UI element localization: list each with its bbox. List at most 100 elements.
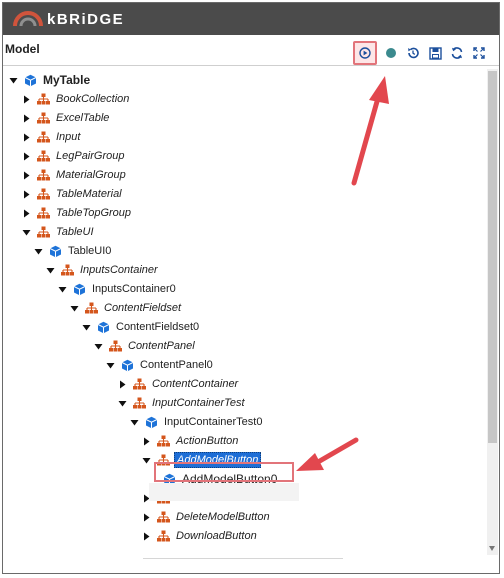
caret-collapsed-icon[interactable] [21, 132, 31, 142]
caret-collapsed-icon[interactable] [117, 379, 127, 389]
caret-expanded-icon[interactable] [141, 455, 151, 465]
hierarchy-icon [37, 131, 50, 144]
tree-node-actionbutton[interactable]: ActionButton [141, 432, 240, 450]
tree-node-exceltable[interactable]: ExcelTable [21, 109, 111, 127]
tree-node-label: ContentFieldset [104, 302, 182, 314]
tree-node-label: Input [56, 131, 81, 143]
caret-expanded-icon[interactable] [45, 265, 55, 275]
tree-node-tabletopgroup[interactable]: TableTopGroup [21, 204, 133, 222]
tree-node-mytable[interactable]: MyTable [8, 71, 92, 89]
tree-node-contentfieldset[interactable]: ContentFieldset [69, 299, 183, 317]
expand-button[interactable] [471, 45, 487, 61]
tree-node-label: ContentFieldset0 [116, 321, 200, 333]
caret-collapsed-icon[interactable] [21, 151, 31, 161]
tree-node-contentfieldset0[interactable]: ContentFieldset0 [81, 318, 201, 336]
tree-node-downloadbutton[interactable]: DownloadButton [141, 527, 259, 545]
tree-node-inputcontainertest[interactable]: InputContainerTest [117, 394, 247, 412]
caret-expanded-icon[interactable] [57, 284, 67, 294]
scrollbar-thumb[interactable] [488, 71, 497, 443]
app-logo: kBRiDGE [13, 10, 124, 28]
save-button[interactable] [427, 45, 443, 61]
refresh-icon [451, 47, 463, 59]
tree-node-label: TableUI0 [68, 245, 112, 257]
tree-node-label: MaterialGroup [56, 169, 126, 181]
hierarchy-icon [37, 169, 50, 182]
tree-node-inputscontainer[interactable]: InputsContainer [45, 261, 160, 279]
hierarchy-icon [37, 207, 50, 220]
cube-icon [97, 321, 110, 334]
clipped-row-hint [143, 558, 343, 563]
status-dot-button[interactable] [383, 45, 399, 61]
cube-icon [145, 416, 158, 429]
tree-node-contentpanel0[interactable]: ContentPanel0 [105, 356, 215, 374]
tree-node-inputscontainer0[interactable]: InputsContainer0 [57, 280, 178, 298]
tree-node-input[interactable]: Input [21, 128, 82, 146]
hierarchy-icon [157, 435, 170, 448]
tree-node-label: InputsContainer0 [92, 283, 176, 295]
refresh-button[interactable] [449, 45, 465, 61]
cube-icon [73, 283, 86, 296]
new-node-highlight-box [154, 462, 294, 482]
tree-node-label: ExcelTable [56, 112, 110, 124]
tree-node-label: DeleteModelButton [176, 511, 270, 523]
tree-node-tableui[interactable]: TableUI [21, 223, 96, 241]
tree-scrollbar[interactable] [487, 69, 498, 555]
tree-node-label: ContentPanel [128, 340, 195, 352]
play-icon [359, 47, 371, 59]
new-node-shadow [149, 483, 299, 501]
app-title: kBRiDGE [47, 10, 125, 28]
expand-icon [473, 47, 485, 59]
status-dot-icon [386, 48, 396, 58]
toolbar-icons [353, 41, 487, 65]
cube-icon [121, 359, 134, 372]
tree-node-tablematerial[interactable]: TableMaterial [21, 185, 124, 203]
tree-node-label: InputContainerTest [152, 397, 245, 409]
tree-node-bookcollection[interactable]: BookCollection [21, 90, 131, 108]
caret-collapsed-icon[interactable] [21, 189, 31, 199]
caret-expanded-icon[interactable] [81, 322, 91, 332]
caret-expanded-icon[interactable] [93, 341, 103, 351]
caret-expanded-icon[interactable] [129, 417, 139, 427]
tree-node-inputcontainertest0[interactable]: InputContainerTest0 [129, 413, 264, 431]
hierarchy-icon [37, 150, 50, 163]
caret-expanded-icon[interactable] [21, 227, 31, 237]
caret-expanded-icon[interactable] [33, 246, 43, 256]
caret-expanded-icon[interactable] [8, 75, 18, 85]
history-button[interactable] [405, 45, 421, 61]
hierarchy-icon [37, 188, 50, 201]
hierarchy-icon [133, 378, 146, 391]
hierarchy-icon [157, 530, 170, 543]
caret-collapsed-icon[interactable] [21, 170, 31, 180]
panel-toolbar: Model [3, 35, 499, 66]
tree-node-tableui0[interactable]: TableUI0 [33, 242, 113, 260]
caret-collapsed-icon[interactable] [141, 531, 151, 541]
caret-collapsed-icon[interactable] [141, 436, 151, 446]
tree-node-contentcontainer[interactable]: ContentContainer [117, 375, 240, 393]
tree-node-label: ActionButton [176, 435, 239, 447]
caret-expanded-icon[interactable] [117, 398, 127, 408]
tree-node-label: TableMaterial [56, 188, 122, 200]
caret-expanded-icon[interactable] [105, 360, 115, 370]
run-button[interactable] [353, 41, 377, 65]
tree-node-legpairgroup[interactable]: LegPairGroup [21, 147, 127, 165]
caret-collapsed-icon[interactable] [21, 113, 31, 123]
scroll-down-icon[interactable] [489, 546, 495, 551]
caret-collapsed-icon[interactable] [21, 94, 31, 104]
hierarchy-icon [157, 511, 170, 524]
title-bar: kBRiDGE [3, 3, 499, 35]
tree-node-materialgroup[interactable]: MaterialGroup [21, 166, 128, 184]
caret-collapsed-icon[interactable] [141, 512, 151, 522]
tree-node-label: DownloadButton [176, 530, 257, 542]
save-icon [428, 46, 442, 60]
caret-expanded-icon[interactable] [69, 303, 79, 313]
tree-node-label: LegPairGroup [56, 150, 125, 162]
cube-icon [24, 74, 37, 87]
tree-node-label: TableTopGroup [56, 207, 132, 219]
tree-node-label: BookCollection [56, 93, 130, 105]
tree-node-contentpanel[interactable]: ContentPanel [93, 337, 197, 355]
app-window: kBRiDGE Model MyTable BookCollection Exc… [2, 2, 500, 574]
tree-node-deletemodelbutton[interactable]: DeleteModelButton [141, 508, 272, 526]
caret-collapsed-icon[interactable] [21, 208, 31, 218]
hierarchy-icon [133, 397, 146, 410]
tree-node-label: TableUI [56, 226, 94, 238]
